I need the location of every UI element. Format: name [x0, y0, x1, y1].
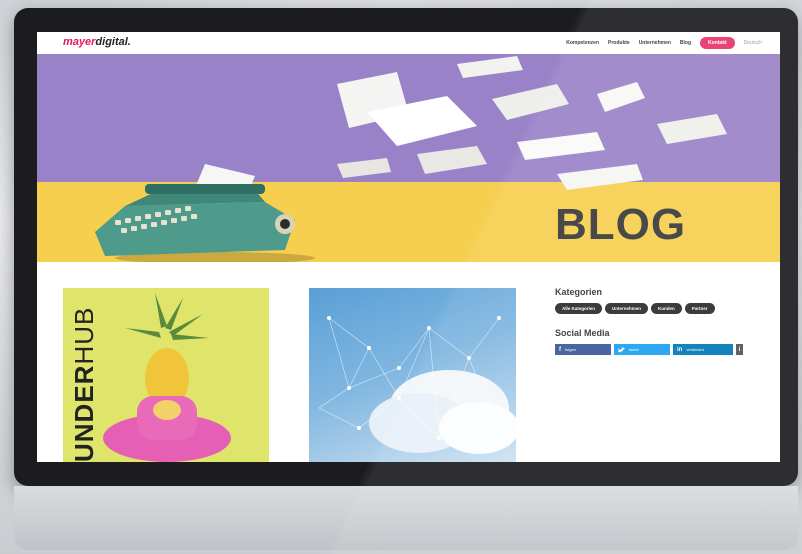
underhub-vertical-text: UNDERHUB	[69, 292, 99, 462]
logo-part-1: mayer	[63, 36, 96, 48]
social-media-heading: Social Media	[555, 328, 610, 338]
tag-unternehmen[interactable]: Unternehmen	[605, 303, 649, 314]
typewriter-illustration	[95, 164, 315, 262]
tag-kunden[interactable]: Kunden	[651, 303, 682, 314]
nav-item-produkte[interactable]: Produkte	[608, 40, 630, 46]
top-navigation: mayerdigital. Kompetenzen Produkte Unter…	[37, 32, 780, 54]
linkedin-share-button[interactable]: in verbinden	[673, 344, 733, 355]
info-icon: i	[738, 346, 741, 353]
twitter-share-button[interactable]: tweet	[614, 344, 670, 355]
cloud-network-image	[318, 316, 516, 454]
underhub-text-bold: UNDER	[69, 364, 99, 462]
imac-chin	[14, 486, 798, 550]
underhub-text-thin: HUB	[69, 306, 99, 365]
nav-item-kompetenzen[interactable]: Kompetenzen	[566, 40, 599, 46]
blog-post-card-cloud[interactable]	[309, 288, 516, 462]
contact-button[interactable]: Kontakt	[700, 37, 735, 49]
linkedin-icon: in	[677, 346, 683, 353]
categories-heading: Kategorien	[555, 287, 603, 297]
nav-item-blog[interactable]: Blog	[680, 40, 691, 46]
twitter-bird-icon	[618, 347, 625, 352]
linkedin-label: verbinden	[686, 347, 704, 352]
facebook-share-button[interactable]: f folgen	[555, 344, 611, 355]
language-switch[interactable]: Deutsch	[744, 40, 762, 46]
more-share-button[interactable]: i	[736, 344, 743, 355]
facebook-icon: f	[559, 346, 561, 353]
blog-hero-banner: BLOG	[37, 54, 780, 262]
tag-all-categories[interactable]: Alle Kategorien	[555, 303, 603, 314]
social-share-buttons: f folgen tweet in verbinden i	[555, 344, 765, 355]
browser-viewport: mayerdigital. Kompetenzen Produkte Unter…	[37, 32, 780, 462]
site-logo[interactable]: mayerdigital.	[63, 36, 131, 48]
category-tags: Alle Kategorien Unternehmen Kunden Partn…	[555, 303, 730, 314]
nav-item-unternehmen[interactable]: Unternehmen	[639, 40, 671, 46]
blog-sidebar: Kategorien Alle Kategorien Unternehmen K…	[555, 287, 765, 355]
facebook-label: folgen	[565, 347, 576, 352]
tag-partner[interactable]: Partner	[684, 303, 715, 314]
main-menu: Kompetenzen Produkte Unternehmen Blog Ko…	[566, 37, 762, 49]
twitter-label: tweet	[629, 347, 639, 352]
blog-post-card-underhub[interactable]: UNDERHUB	[63, 288, 269, 462]
logo-part-2: digital.	[95, 36, 131, 48]
hero-title: BLOG	[555, 200, 687, 249]
